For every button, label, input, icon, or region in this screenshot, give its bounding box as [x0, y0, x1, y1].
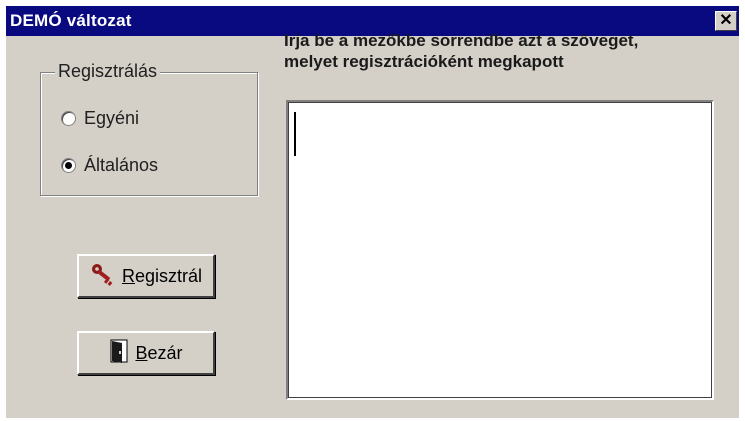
radio-label-altalanos: Általános: [84, 155, 159, 175]
demo-dialog-window: DEMÓ változat ✕ Regisztrálás Egyéni Álta…: [6, 6, 739, 418]
radio-button-circle-selected[interactable]: [61, 158, 76, 173]
register-button[interactable]: Regisztrál: [77, 254, 215, 298]
instruction-line-1: Irja be a mezőkbe sorrendbe azt a szöveg…: [284, 31, 639, 50]
close-window-button[interactable]: ✕: [715, 11, 737, 31]
close-button[interactable]: Bezár: [77, 331, 215, 375]
registration-text-field[interactable]: [286, 100, 714, 400]
radio-button-circle[interactable]: [61, 111, 76, 126]
registration-group-label: Regisztrálás: [55, 61, 161, 82]
window-title: DEMÓ változat: [10, 11, 132, 30]
close-button-label: Bezár: [135, 342, 183, 363]
radio-egyeni[interactable]: Egyéni: [61, 108, 139, 129]
register-button-label: Regisztrál: [121, 265, 203, 286]
radio-label-egyeni: Egyéni: [84, 108, 140, 128]
key-icon: [90, 261, 116, 292]
radio-selected-dot: [65, 162, 72, 169]
radio-altalanos[interactable]: Általános: [61, 155, 158, 176]
door-icon: [109, 338, 129, 369]
registration-groupbox: Regisztrálás Egyéni Általános: [40, 61, 258, 196]
instruction-line-2: melyet regisztrációként megkapott: [284, 52, 564, 71]
instruction-text: Irja be a mezőkbe sorrendbe azt a szöveg…: [284, 30, 739, 72]
text-caret: [294, 112, 296, 156]
close-icon: ✕: [719, 12, 733, 29]
